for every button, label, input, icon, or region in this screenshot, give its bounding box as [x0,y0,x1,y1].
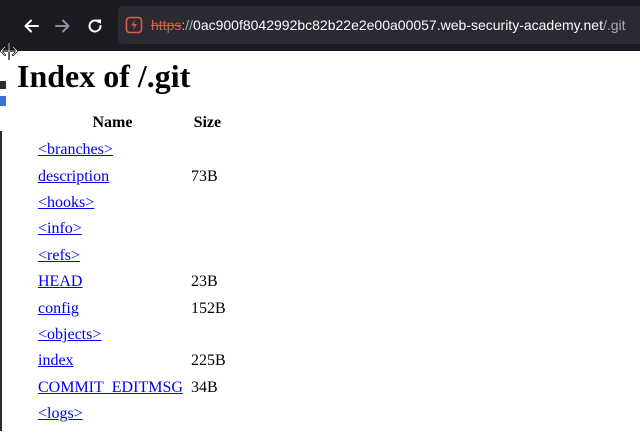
table-row: <objects> [36,322,226,348]
page-content: Index of /.git Name Size <branches> desc… [0,51,640,441]
back-arrow-icon [24,19,39,33]
entry-link-config[interactable]: config [38,300,79,317]
entry-size: 152B [191,299,226,317]
column-header-name: Name [92,114,133,131]
url-host: 0ac900f8042992bc82b22e2e00a00057.web-sec… [193,17,603,33]
entry-link-info[interactable]: <info> [38,220,82,237]
entry-name-cell: COMMIT_EDITMSG [36,375,189,401]
entry-link-head[interactable]: HEAD [38,273,82,290]
url-text[interactable]: https://0ac900f8042992bc82b22e2e00a00057… [151,16,626,34]
entry-link-hooks[interactable]: <hooks> [38,194,94,211]
column-header-size: Size [193,114,222,131]
table-row: <branches> [36,137,226,163]
entry-name-cell: <refs> [36,243,189,269]
entry-name-cell: <info> [36,216,189,242]
reload-button[interactable] [80,11,110,41]
url-scheme: https [151,17,182,33]
resize-cursor-icon [0,42,18,60]
directory-listing-table: Name Size <branches> description 73B <ho… [36,113,226,427]
table-row: <hooks> [36,190,226,216]
entry-size: 225B [191,352,226,370]
entry-name-cell: <branches> [36,137,189,163]
entry-link-description[interactable]: description [38,168,109,185]
entry-size [189,137,226,163]
table-row: <refs> [36,243,226,269]
entry-name-cell: HEAD [36,269,189,295]
entry-name-cell: <hooks> [36,190,189,216]
table-row: index 225B [36,348,226,374]
entry-name-cell: config [36,295,189,321]
table-row: COMMIT_EDITMSG 34B [36,375,226,401]
entry-link-commit-editmsg[interactable]: COMMIT_EDITMSG [38,379,183,396]
page-title: Index of /.git [17,58,191,94]
entry-size [189,216,226,242]
entry-name-cell: <objects> [36,322,189,348]
entry-size: 34B [191,378,218,396]
entry-link-logs[interactable]: <logs> [38,405,83,422]
url-path: /.git [602,17,626,33]
address-bar[interactable]: https://0ac900f8042992bc82b22e2e00a00057… [118,6,640,44]
entry-size [189,401,226,427]
entry-link-branches[interactable]: <branches> [38,141,113,158]
entry-name-cell: index [36,348,189,374]
table-row: config 152B [36,295,226,321]
table-header-row: Name Size [36,113,226,137]
entry-link-refs[interactable]: <refs> [38,247,80,264]
insecure-connection-button[interactable] [125,16,143,34]
entry-link-objects[interactable]: <objects> [38,326,101,343]
entry-size [189,190,226,216]
reload-icon [88,19,102,33]
entry-name-cell: <logs> [36,401,189,427]
forward-button[interactable] [48,11,78,41]
entry-link-index[interactable]: index [38,352,74,369]
table-row: HEAD 23B [36,269,226,295]
url-separator: :// [181,17,194,33]
entry-size [189,322,226,348]
table-row: <info> [36,216,226,242]
entry-size [189,243,226,269]
table-row: <logs> [36,401,226,427]
entry-name-cell: description [36,163,189,189]
insecure-connection-icon [125,16,143,34]
browser-toolbar: https://0ac900f8042992bc82b22e2e00a00057… [0,0,640,51]
entry-size: 73B [191,167,218,185]
forward-arrow-icon [55,19,70,33]
entry-size: 23B [191,273,218,291]
table-row: description 73B [36,163,226,189]
back-button[interactable] [16,11,46,41]
